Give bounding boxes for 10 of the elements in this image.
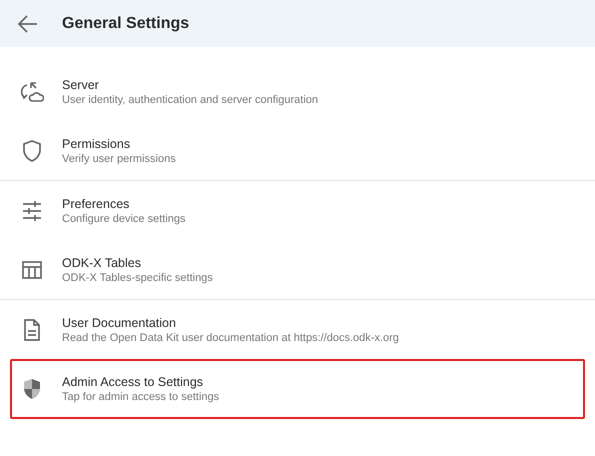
sync-cloud-icon — [20, 80, 44, 104]
settings-item[interactable]: ODK-X Tables ODK-X Tables-specific settings — [0, 240, 595, 299]
screen-title: General Settings — [62, 14, 190, 32]
shield-icon — [20, 138, 44, 162]
sliders-icon — [20, 198, 44, 222]
settings-item[interactable]: User Documentation Read the Open Data Kit user documentation at https://docs.odk-x.org — [0, 300, 595, 359]
settings-item[interactable]: Admin Access to Settings Tap for admin access to settings — [10, 359, 585, 419]
settings-item[interactable]: Permissions Verify user permissions — [0, 121, 595, 180]
settings-item[interactable]: Server User identity, authentication and server configuration — [0, 62, 595, 121]
settings-item[interactable]: Preferences Configure device settings — [0, 181, 595, 240]
